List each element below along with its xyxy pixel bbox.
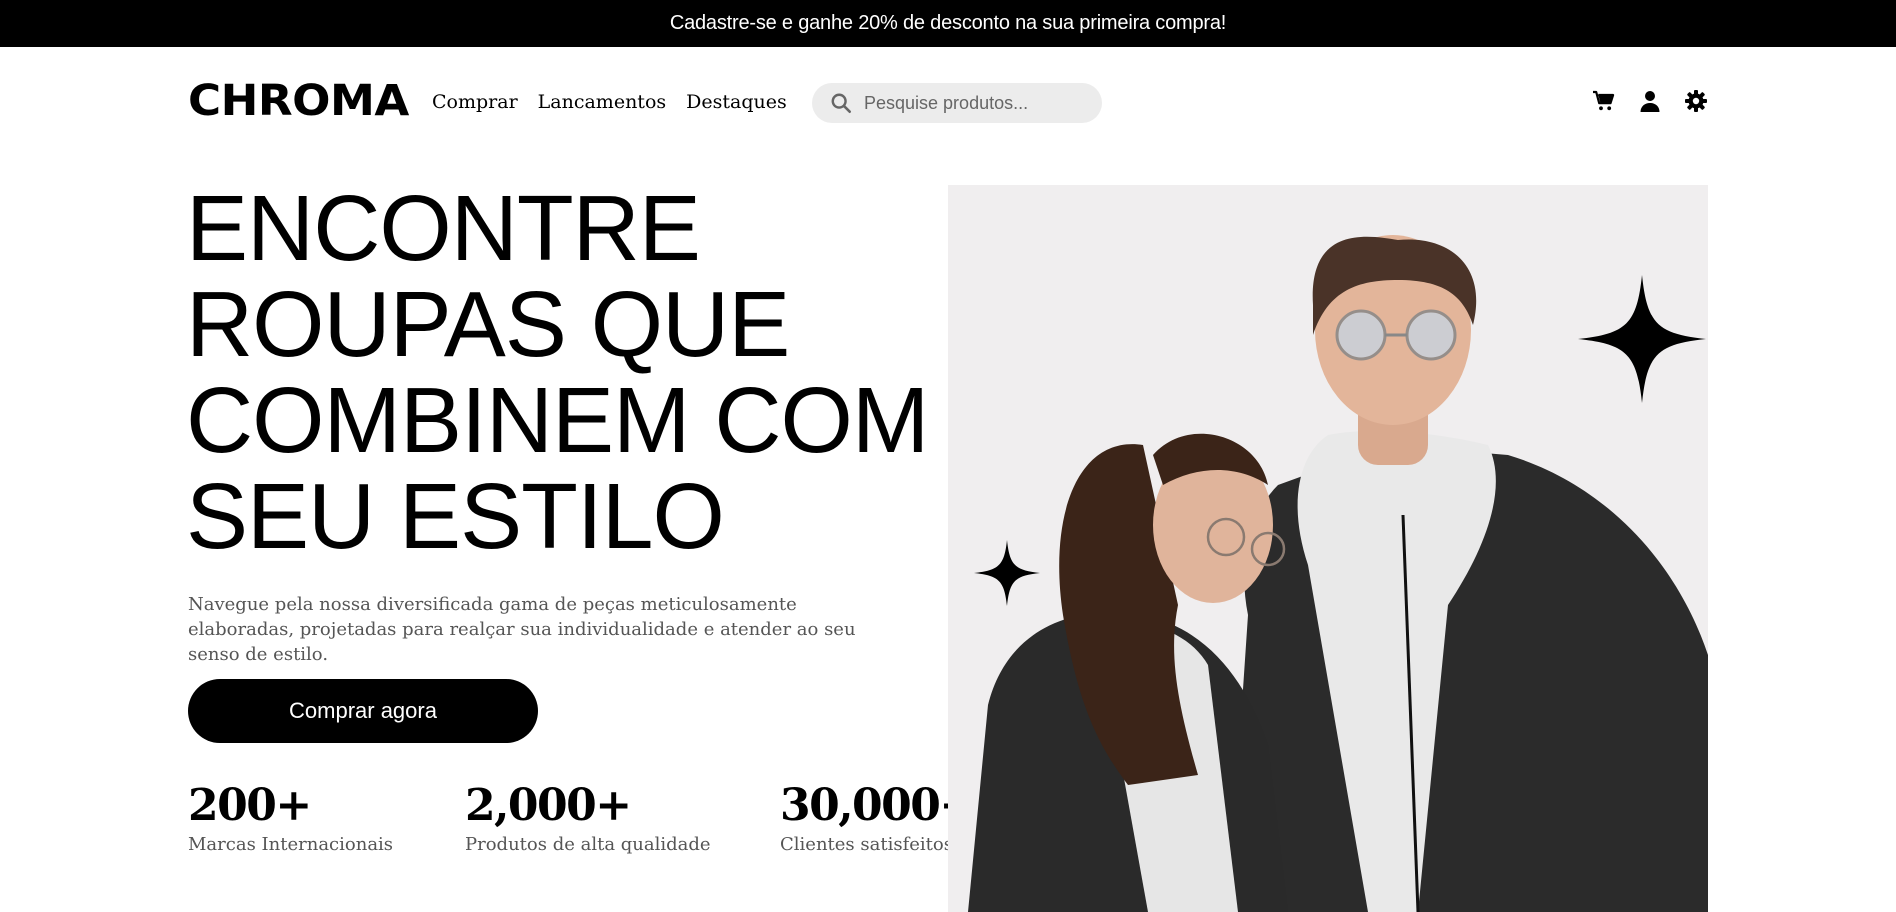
hero-title-line: ROUPAS QUE (186, 272, 790, 376)
stat-brands: 200+ Marcas Internacionais (188, 780, 393, 855)
stats-row: 200+ Marcas Internacionais 2,000+ Produt… (188, 780, 976, 900)
hero-title-line: COMBINEM COM (186, 368, 929, 472)
stat-number: 30,000+ (780, 780, 976, 831)
settings-icon[interactable] (1684, 89, 1708, 113)
main-nav: Comprar Lancamentos Destaques (432, 91, 787, 113)
stat-number: 200+ (188, 780, 312, 831)
cart-icon[interactable] (1592, 89, 1616, 113)
sparkle-star-small-icon (974, 540, 1040, 606)
hero-image (948, 185, 1708, 912)
hero-title-line: ENCONTRE (186, 176, 701, 280)
nav-link-destaques[interactable]: Destaques (686, 91, 787, 113)
shop-now-button[interactable]: Comprar agora (188, 679, 538, 743)
promo-text[interactable]: Cadastre-se e ganhe 20% de desconto na s… (670, 12, 1227, 35)
user-icon[interactable] (1638, 89, 1662, 113)
hero-title: ENCONTRE ROUPAS QUE COMBINEM COM SEU EST… (186, 180, 966, 564)
nav-link-lancamentos[interactable]: Lancamentos (538, 91, 666, 113)
stat-label: Marcas Internacionais (188, 834, 394, 855)
hero-description: Navegue pela nossa diversificada gama de… (188, 594, 856, 665)
sparkle-star-large-icon (1578, 275, 1706, 403)
brand-logo[interactable]: CHROMA (188, 80, 409, 123)
promo-bar: Cadastre-se e ganhe 20% de desconto na s… (0, 0, 1896, 47)
stat-products: 2,000+ Produtos de alta qualidade (465, 780, 711, 855)
stat-label: Produtos de alta qualidade (465, 834, 711, 855)
search-icon (831, 93, 851, 113)
header-actions (1592, 89, 1708, 113)
hero-title-line: SEU ESTILO (186, 464, 725, 568)
search-bar (812, 83, 1102, 123)
stat-number: 2,000+ (465, 780, 632, 831)
site-header: CHROMA Comprar Lancamentos Destaques (188, 47, 1708, 159)
search-input[interactable] (864, 83, 1092, 123)
nav-link-comprar[interactable]: Comprar (432, 91, 518, 113)
stat-label: Clientes satisfeitos (780, 834, 953, 855)
stat-customers: 30,000+ Clientes satisfeitos (780, 780, 976, 855)
